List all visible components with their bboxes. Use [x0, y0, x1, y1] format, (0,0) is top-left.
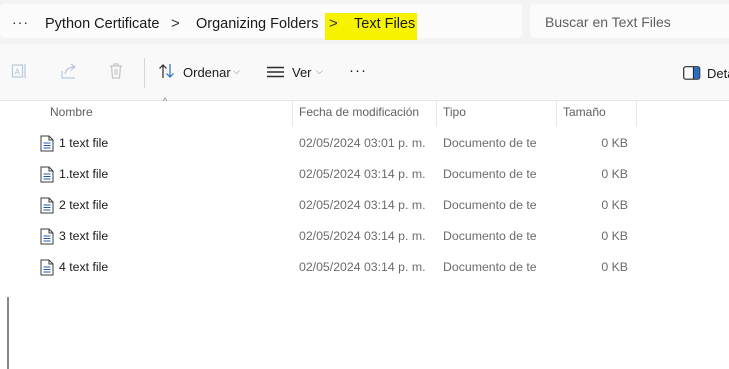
file-date: 02/05/2024 03:14 p. m. [299, 229, 426, 243]
text-file-icon [40, 166, 54, 188]
view-button[interactable]: Ver [292, 65, 312, 80]
chevron-down-icon[interactable]: ⌵ [316, 66, 323, 77]
view-icon[interactable] [267, 65, 285, 83]
file-name: 2 text file [59, 198, 109, 212]
text-file-icon [40, 135, 54, 157]
column-divider[interactable] [292, 100, 293, 126]
breadcrumb: ··· Python Certificate > Organizing Fold… [0, 4, 522, 40]
file-size: 0 KB [601, 198, 628, 212]
toolbar-divider [144, 58, 145, 88]
column-header-date[interactable]: Fecha de modificación [299, 105, 419, 119]
svg-text:A: A [15, 68, 21, 77]
chevron-right-icon[interactable]: > [171, 15, 180, 32]
search-input[interactable]: Buscar en Text Files [530, 4, 729, 38]
breadcrumb-item-python-certificate[interactable]: Python Certificate [45, 16, 159, 32]
breadcrumb-overflow-button[interactable]: ··· [12, 14, 29, 30]
table-row[interactable]: 1 text file 02/05/2024 03:01 p. m. Docum… [30, 129, 640, 159]
sort-button[interactable]: Ordenar [183, 65, 231, 80]
breadcrumb-item-text-files[interactable]: Text Files [354, 16, 415, 32]
file-name: 4 text file [59, 260, 109, 274]
share-icon[interactable] [60, 62, 78, 85]
table-row[interactable]: 3 text file 02/05/2024 03:14 p. m. Docum… [30, 222, 640, 252]
details-button[interactable]: Deta [707, 66, 729, 81]
file-date: 02/05/2024 03:14 p. m. [299, 167, 426, 181]
column-header-size[interactable]: Tamaño [563, 105, 606, 119]
rename-icon[interactable]: A [11, 62, 29, 85]
text-file-icon [40, 197, 54, 219]
file-date: 02/05/2024 03:14 p. m. [299, 198, 426, 212]
search-placeholder: Buscar en Text Files [545, 14, 671, 30]
text-file-icon [40, 259, 54, 281]
file-date: 02/05/2024 03:01 p. m. [299, 136, 426, 150]
chevron-down-icon[interactable]: ⌵ [233, 66, 240, 77]
table-row[interactable]: 2 text file 02/05/2024 03:14 p. m. Docum… [30, 191, 640, 221]
file-date: 02/05/2024 03:14 p. m. [299, 260, 426, 274]
table-row[interactable]: 4 text file 02/05/2024 03:14 p. m. Docum… [30, 253, 640, 283]
column-divider[interactable] [436, 100, 437, 126]
file-type: Documento de te [443, 167, 537, 181]
file-name: 1 text file [59, 136, 109, 150]
breadcrumb-item-organizing-folders[interactable]: Organizing Folders [196, 16, 319, 32]
chevron-right-icon[interactable]: > [329, 15, 338, 32]
table-row[interactable]: 1.text file 02/05/2024 03:14 p. m. Docum… [30, 160, 640, 190]
file-type: Documento de te [443, 136, 537, 150]
sort-icon[interactable] [158, 63, 176, 84]
sort-ascending-indicator-icon: ^ [163, 96, 168, 106]
delete-icon[interactable] [107, 62, 125, 85]
address-bar-area: ··· Python Certificate > Organizing Fold… [0, 0, 729, 44]
text-file-icon [40, 228, 54, 250]
file-name: 1.text file [59, 167, 109, 181]
scrollbar[interactable] [7, 297, 9, 369]
file-size: 0 KB [601, 167, 628, 181]
file-type: Documento de te [443, 198, 537, 212]
more-options-button[interactable]: ··· [349, 62, 367, 79]
command-toolbar: A Ordenar ⌵ Ver ⌵ ··· [0, 44, 729, 101]
column-header-type[interactable]: Tipo [443, 105, 466, 119]
file-type: Documento de te [443, 260, 537, 274]
file-type: Documento de te [443, 229, 537, 243]
file-size: 0 KB [601, 229, 628, 243]
column-divider[interactable] [556, 100, 557, 126]
column-divider[interactable] [636, 100, 637, 126]
file-size: 0 KB [601, 136, 628, 150]
column-header-name[interactable]: Nombre [50, 105, 93, 119]
details-pane-icon[interactable] [683, 66, 701, 85]
file-name: 3 text file [59, 229, 109, 243]
file-size: 0 KB [601, 260, 628, 274]
